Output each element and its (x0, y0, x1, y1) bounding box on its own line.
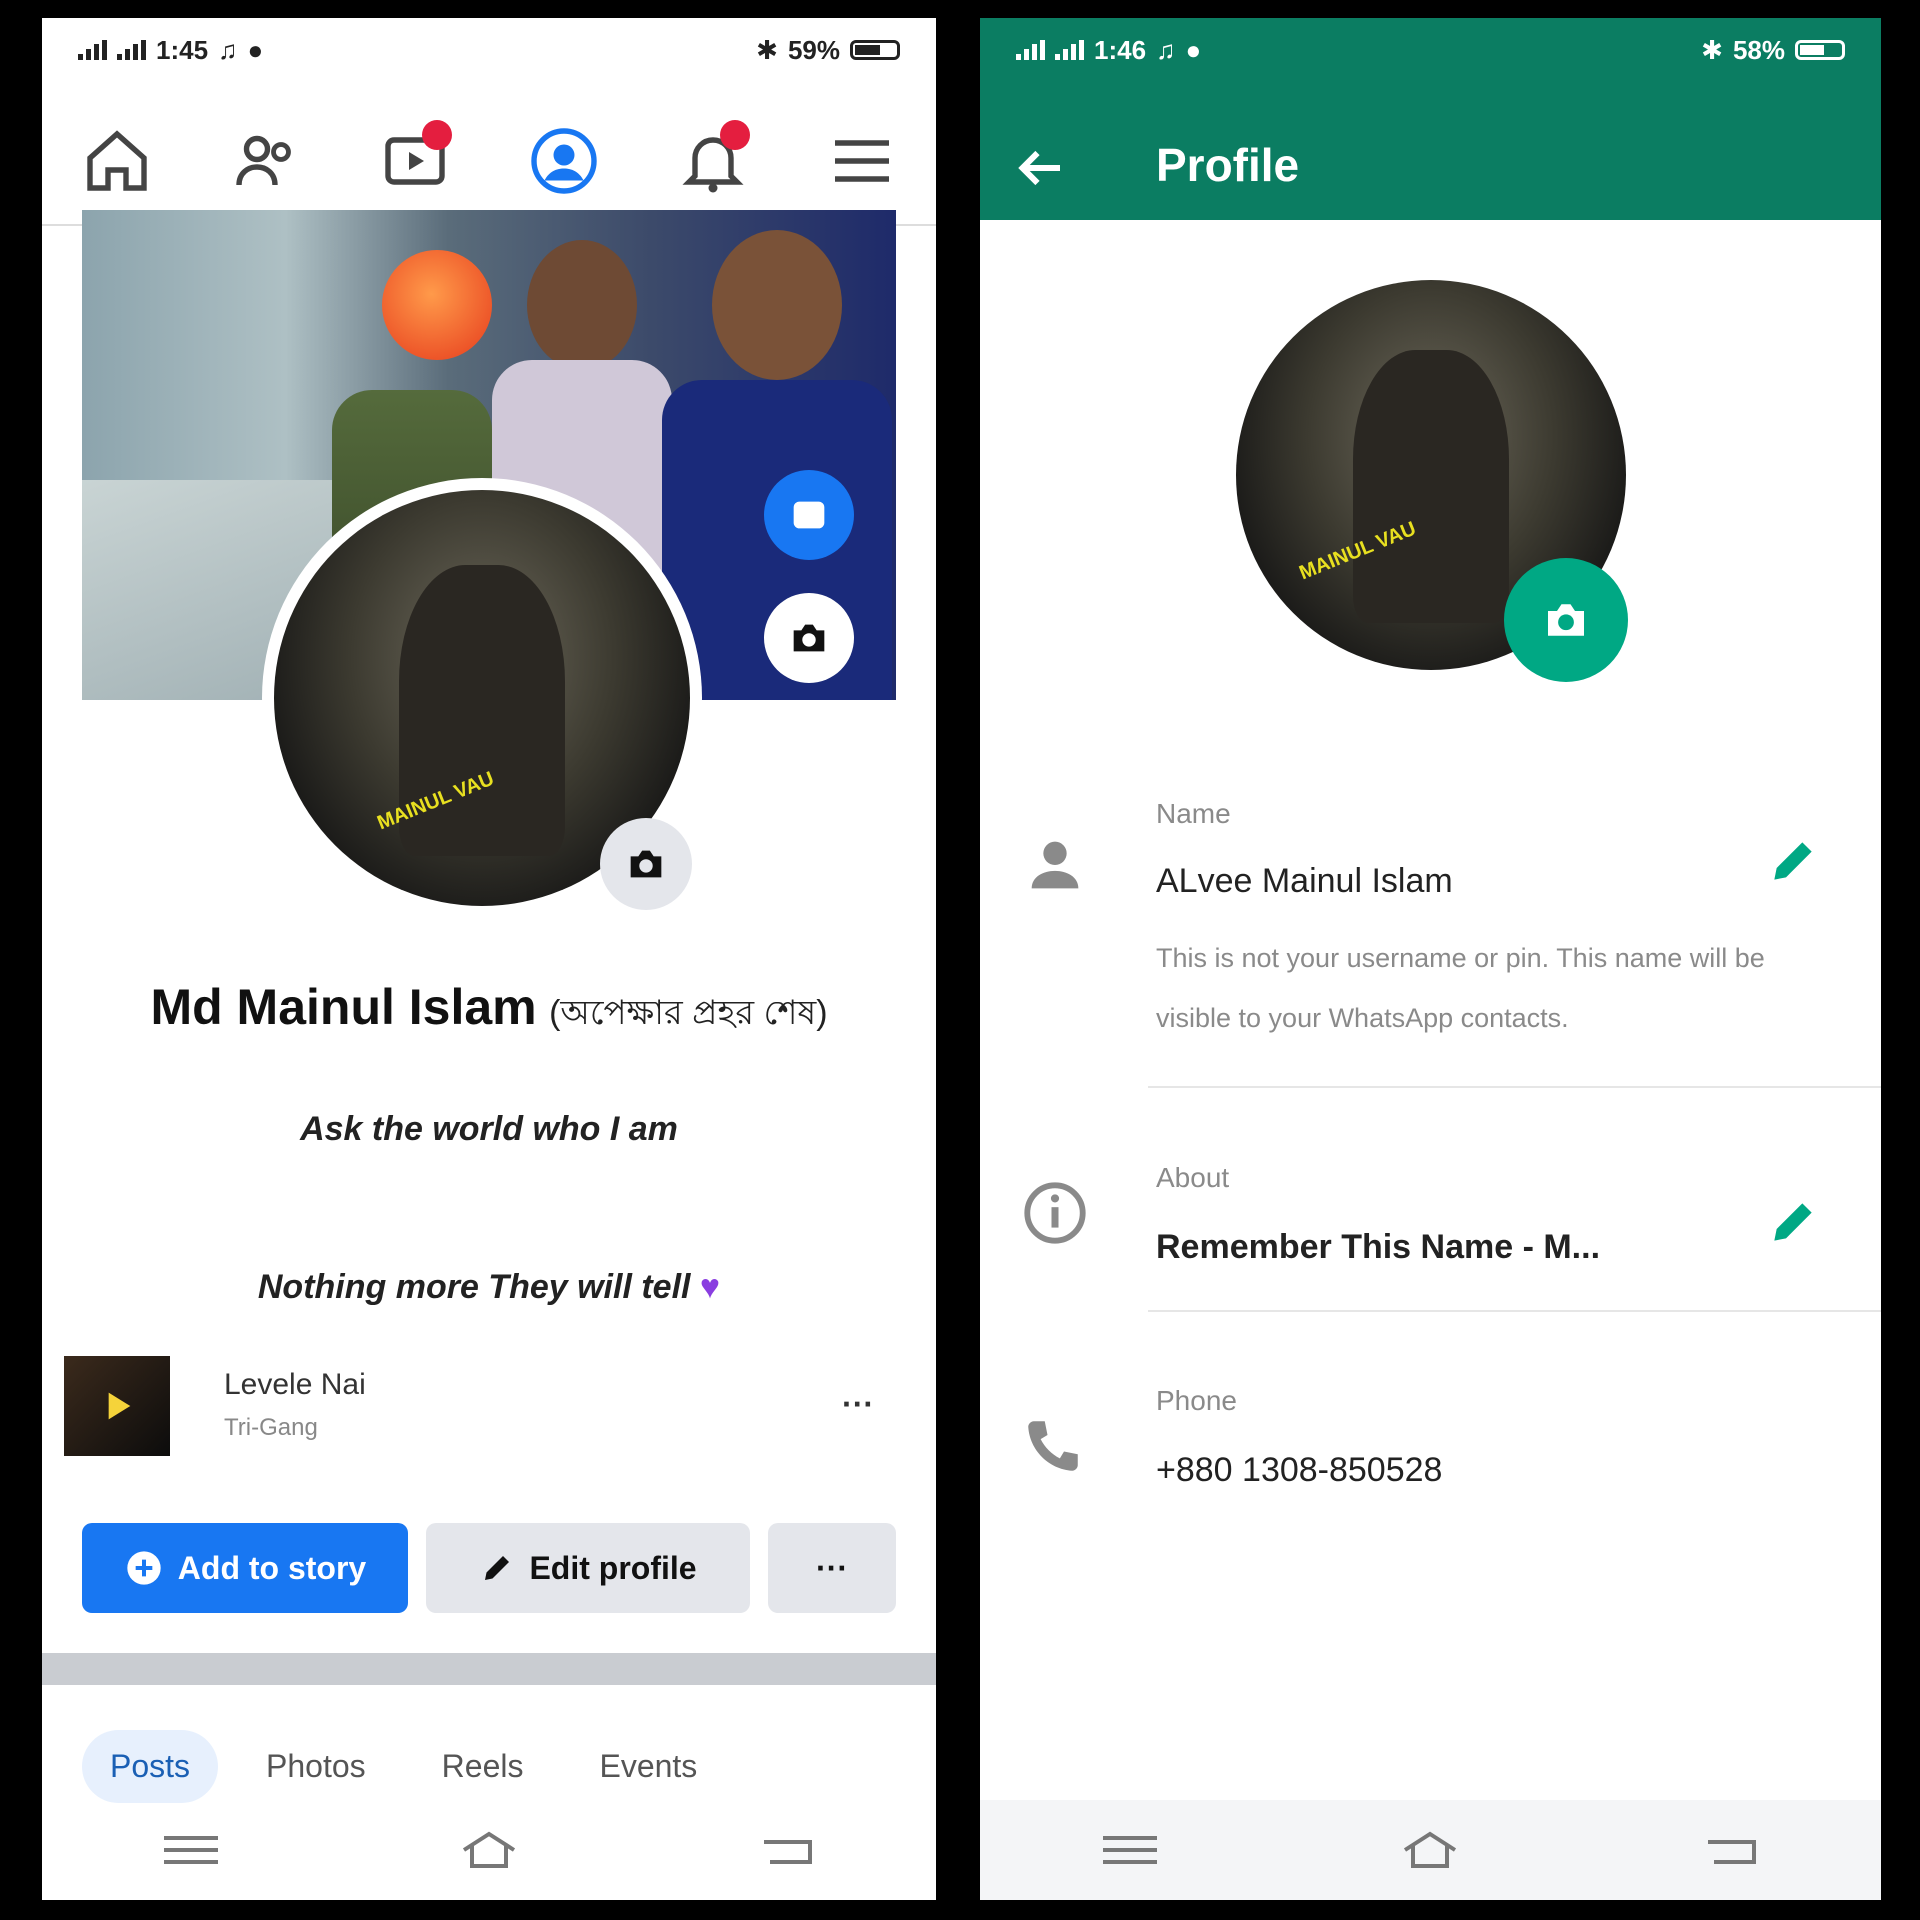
page-title: Profile (1156, 139, 1300, 191)
profile-name-suffix: (অপেক্ষার প্রহর শেষ) (549, 994, 828, 1032)
tab-photos[interactable]: Photos (238, 1730, 394, 1803)
purple-heart-icon: ♥ (699, 1268, 721, 1306)
plus-circle-icon (127, 1551, 161, 1585)
divider (1148, 1310, 1881, 1312)
notification-icon: ● (247, 34, 264, 65)
recent-apps-icon[interactable] (156, 1830, 226, 1870)
about-value: Remember This Name - M... (1156, 1228, 1601, 1266)
whatsapp-profile-screen: 1:46 ♫ ● ✱ 58% Profile MAINUL VAU Name A… (980, 18, 1881, 1900)
name-row[interactable]: Name ALvee Mainul Islam This is not your… (980, 778, 1881, 1098)
battery-percent: 59% (787, 34, 840, 65)
change-photo-button[interactable] (1504, 558, 1628, 682)
edit-profile-picture-button[interactable] (600, 818, 692, 910)
notification-icon: ● (1185, 34, 1202, 65)
profile-tabs: Posts Photos Reels Events (82, 1726, 896, 1806)
story-icon (793, 501, 825, 529)
menu-tab[interactable] (807, 106, 917, 216)
notifications-tab[interactable] (658, 106, 768, 216)
profile-song[interactable]: Levele Nai Tri-Gang ··· (64, 1356, 914, 1456)
back-button-icon[interactable] (1696, 1830, 1766, 1870)
tab-reels[interactable]: Reels (414, 1730, 552, 1803)
app-header: 1:46 ♫ ● ✱ 58% Profile (980, 18, 1881, 220)
friends-tab[interactable] (211, 106, 321, 216)
phone-value: +880 1308-850528 (1156, 1451, 1443, 1489)
song-thumbnail (64, 1356, 170, 1456)
recent-apps-icon[interactable] (1095, 1830, 1165, 1870)
signal-icon (1055, 40, 1084, 60)
song-title: Levele Nai (224, 1368, 366, 1401)
play-icon (108, 1392, 131, 1420)
system-navigation-bar (42, 1800, 936, 1900)
about-row[interactable]: About Remember This Name - M... (980, 1138, 1881, 1298)
bio-line-1: Ask the world who I am (300, 1110, 678, 1148)
home-button-icon[interactable] (454, 1830, 524, 1870)
tab-posts[interactable]: Posts (82, 1729, 219, 1803)
cover-story-button[interactable] (764, 470, 854, 560)
home-icon (86, 130, 147, 191)
about-label: About (1156, 1162, 1230, 1193)
song-artist: Tri-Gang (224, 1414, 318, 1441)
signal-icon (117, 40, 146, 60)
profile-icon (530, 128, 597, 194)
divider (1148, 1086, 1881, 1088)
phone-icon (1028, 1421, 1078, 1471)
music-icon: ♫ (1156, 34, 1176, 65)
add-to-story-button[interactable]: Add to story (82, 1523, 408, 1613)
bio-line-2: Nothing more They will tell (257, 1268, 691, 1306)
signal-icon (78, 40, 107, 60)
tab-events[interactable]: Events (571, 1730, 725, 1803)
status-time: 1:46 (1094, 34, 1147, 65)
battery-icon (850, 40, 900, 60)
facebook-profile-screen: 1:45 ♫ ● ✱ 59% MAINUL VAU Md Mainul Isla… (42, 18, 936, 1900)
camera-icon (793, 624, 825, 652)
name-help-text: This is not your username or pin. This n… (1156, 943, 1765, 1033)
info-icon (1024, 1182, 1086, 1244)
status-bar: 1:45 ♫ ● ✱ 59% (42, 18, 936, 82)
menu-icon (834, 140, 889, 182)
signal-icon (1016, 40, 1045, 60)
edit-pencil-icon[interactable] (1765, 1194, 1821, 1250)
edit-cover-button[interactable] (764, 593, 854, 683)
friends-icon (235, 135, 291, 186)
name-label: Name (1156, 798, 1231, 829)
battery-percent: 58% (1732, 34, 1785, 65)
pencil-icon (485, 1556, 510, 1580)
song-more-icon[interactable]: ··· (842, 1386, 874, 1423)
home-tab[interactable] (62, 106, 172, 216)
camera-icon (630, 850, 662, 878)
camera-icon (1548, 604, 1584, 636)
edit-profile-button[interactable]: Edit profile (426, 1523, 750, 1613)
profile-name: Md Mainul Islam (150, 979, 537, 1035)
profile-name-row: Md Mainul Islam (অপেক্ষার প্রহর শেষ) (42, 978, 936, 1044)
emoji-sticker (382, 250, 492, 360)
section-divider (42, 1653, 936, 1685)
more-options-button[interactable]: ··· (768, 1523, 896, 1613)
watch-tab[interactable] (360, 106, 470, 216)
person-icon (1031, 841, 1079, 889)
profile-tab[interactable] (488, 106, 639, 226)
status-bar: 1:46 ♫ ● ✱ 58% (980, 18, 1881, 82)
music-icon: ♫ (218, 34, 238, 65)
phone-label: Phone (1156, 1385, 1237, 1416)
profile-action-buttons: Add to story Edit profile ··· (82, 1523, 896, 1613)
battery-icon (1795, 40, 1845, 60)
system-navigation-bar (980, 1800, 1881, 1900)
notification-badge (719, 120, 750, 150)
notification-badge (421, 120, 452, 150)
back-button-icon[interactable] (752, 1830, 822, 1870)
home-button-icon[interactable] (1395, 1830, 1465, 1870)
edit-profile-label: Edit profile (529, 1549, 697, 1586)
back-arrow-icon[interactable] (1010, 138, 1070, 198)
add-to-story-label: Add to story (177, 1549, 367, 1586)
phone-row[interactable]: Phone +880 1308-850528 (980, 1363, 1881, 1513)
status-time: 1:45 (156, 34, 209, 65)
bluetooth-icon: ✱ (1701, 34, 1723, 65)
bluetooth-icon: ✱ (756, 34, 778, 65)
bio-line-2-row: Nothing more They will tell ♥ (42, 1268, 936, 1307)
top-navigation (42, 98, 936, 226)
edit-pencil-icon[interactable] (1765, 833, 1821, 889)
name-value: ALvee Mainul Islam (1156, 862, 1453, 900)
